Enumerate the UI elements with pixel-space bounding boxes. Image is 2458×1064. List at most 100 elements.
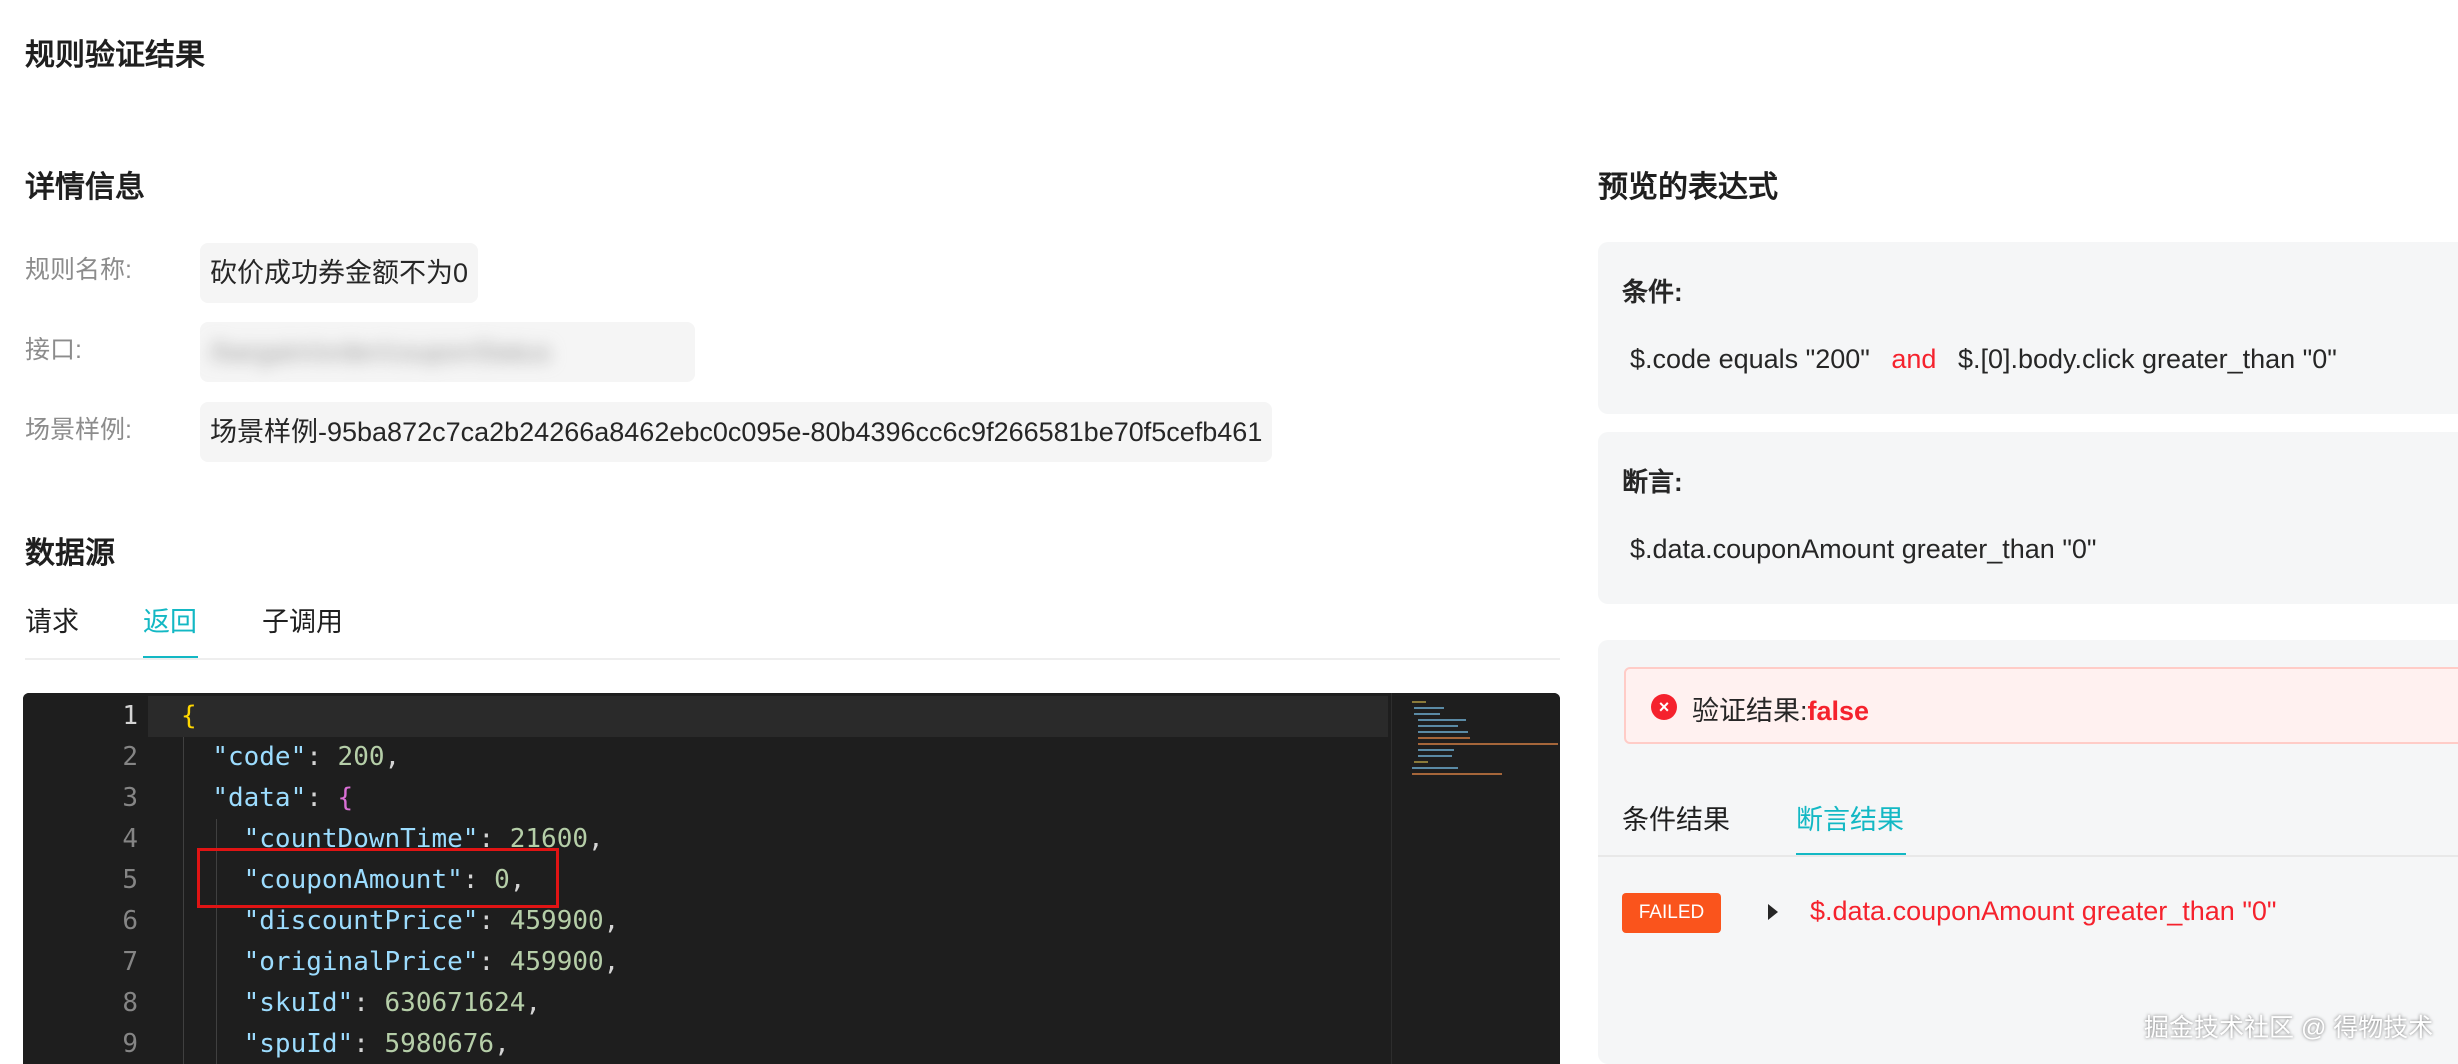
code-token: 200 [337, 742, 385, 772]
code-line: "code": 200, [181, 737, 400, 778]
minimap-line [1418, 755, 1452, 757]
code-token: , [588, 824, 604, 854]
code-token: : [353, 1029, 385, 1059]
failed-status-badge: FAILED [1622, 893, 1721, 933]
code-token: , [525, 988, 542, 1018]
interface-label: 接口: [25, 336, 82, 364]
minimap-line [1418, 725, 1458, 727]
code-token: { [181, 701, 197, 731]
datasource-section-title: 数据源 [25, 537, 115, 570]
code-token: { [337, 783, 354, 813]
coupon-amount-highlight-box [197, 848, 559, 908]
minimap-line [1412, 773, 1502, 775]
tab-assertion-results[interactable]: 断言结果 [1796, 798, 1904, 837]
code-token: , [494, 1029, 510, 1059]
result-tabs-divider [1598, 855, 2458, 857]
minimap-line [1414, 761, 1428, 763]
minimap-line [1412, 767, 1458, 769]
line-number: 9 [122, 1029, 138, 1059]
line-number: 5 [122, 865, 138, 895]
minimap-line [1418, 719, 1466, 721]
rule-name-label: 规则名称: [25, 256, 132, 284]
line-number: 6 [122, 906, 138, 936]
condition-card: 条件: $.code equals "200" and $.[0].body.c… [1598, 242, 2458, 414]
line-number: 2 [122, 742, 138, 772]
validation-result-value: false [1807, 696, 1870, 726]
validation-result-text: 验证结果:false [1692, 689, 1869, 728]
line-number: 7 [122, 947, 138, 977]
line-number: 1 [122, 701, 138, 731]
line-number: 3 [122, 783, 138, 813]
code-token: 459900 [509, 947, 604, 977]
close-circle-icon: × [1651, 694, 1677, 720]
code-line: { [181, 696, 197, 737]
tab-response[interactable]: 返回 [143, 600, 197, 639]
code-line: "spuId": 5980676, [181, 1024, 510, 1064]
validation-result-label: 验证结果: [1692, 696, 1808, 726]
code-token: 459900 [509, 906, 604, 936]
failed-assertion-expression[interactable]: $.data.couponAmount greater_than "0" [1810, 896, 2277, 927]
line-number: 4 [122, 824, 138, 854]
minimap-line [1412, 701, 1426, 703]
condition-label: 条件: [1622, 277, 1683, 307]
code-token: "spuId" [243, 1029, 354, 1059]
code-token: : [478, 906, 510, 936]
code-token: "originalPrice" [243, 947, 479, 977]
tab-subcall[interactable]: 子调用 [262, 600, 343, 639]
tabs-divider [25, 658, 1560, 660]
assertion-expression: $.data.couponAmount greater_than "0" [1630, 534, 2097, 564]
code-token: : [353, 988, 385, 1018]
assertion-label: 断言: [1622, 467, 1683, 497]
code-token: : [306, 783, 338, 813]
interface-value-text: /bargain/order/couponStatus [210, 337, 551, 367]
page-title: 规则验证结果 [25, 39, 205, 72]
expand-caret-icon[interactable] [1768, 904, 1778, 920]
condition-right: $.[0].body.click greater_than "0" [1957, 344, 2337, 374]
minimap-line [1418, 737, 1470, 739]
minimap-line [1418, 743, 1558, 745]
code-token: "skuId" [243, 988, 354, 1018]
condition-left: $.code equals "200" [1630, 344, 1870, 374]
details-section-title: 详情信息 [25, 171, 145, 204]
code-line: "data": { [181, 778, 353, 819]
current-line-highlight [148, 696, 1388, 737]
code-token: : [478, 947, 510, 977]
line-number: 8 [122, 988, 138, 1018]
code-token: : [306, 742, 338, 772]
code-token: 630671624 [384, 988, 526, 1018]
watermark: 掘金技术社区 @ 得物技术 [2144, 1014, 2434, 1042]
code-token: , [384, 742, 401, 772]
line-number-gutter: 1 2 3 4 5 6 7 8 9 [23, 693, 148, 1064]
validation-result-alert: × 验证结果:false [1624, 667, 2458, 744]
code-line: "originalPrice": 459900, [181, 942, 620, 983]
minimap[interactable] [1391, 693, 1560, 1064]
minimap-line [1414, 713, 1440, 715]
tab-request[interactable]: 请求 [25, 600, 79, 639]
minimap-line [1418, 749, 1454, 751]
condition-expression: $.code equals "200" and $.[0].body.click… [1630, 344, 2337, 375]
condition-operator: and [1891, 344, 1937, 374]
code-line: "skuId": 630671624, [181, 983, 541, 1024]
scenario-value: 场景样例-95ba872c7ca2b24266a8462ebc0c095e-80… [200, 402, 1273, 462]
code-token: , [603, 947, 620, 977]
code-token: , [603, 906, 620, 936]
code-token: "code" [212, 742, 307, 772]
minimap-line [1414, 707, 1444, 709]
tab-condition-results[interactable]: 条件结果 [1622, 798, 1730, 837]
code-token: "discountPrice" [243, 906, 479, 936]
minimap-line [1418, 731, 1468, 733]
rule-name-value: 砍价成功券金额不为0 [200, 243, 479, 303]
interface-value: /bargain/order/couponStatus [200, 322, 695, 382]
preview-section-title: 预览的表达式 [1598, 171, 1778, 204]
assertion-card: 断言: $.data.couponAmount greater_than "0" [1598, 432, 2458, 604]
code-token: "data" [212, 783, 307, 813]
scenario-label: 场景样例: [25, 416, 132, 444]
code-token: 5980676 [384, 1029, 495, 1059]
indent-guide [183, 737, 184, 1064]
